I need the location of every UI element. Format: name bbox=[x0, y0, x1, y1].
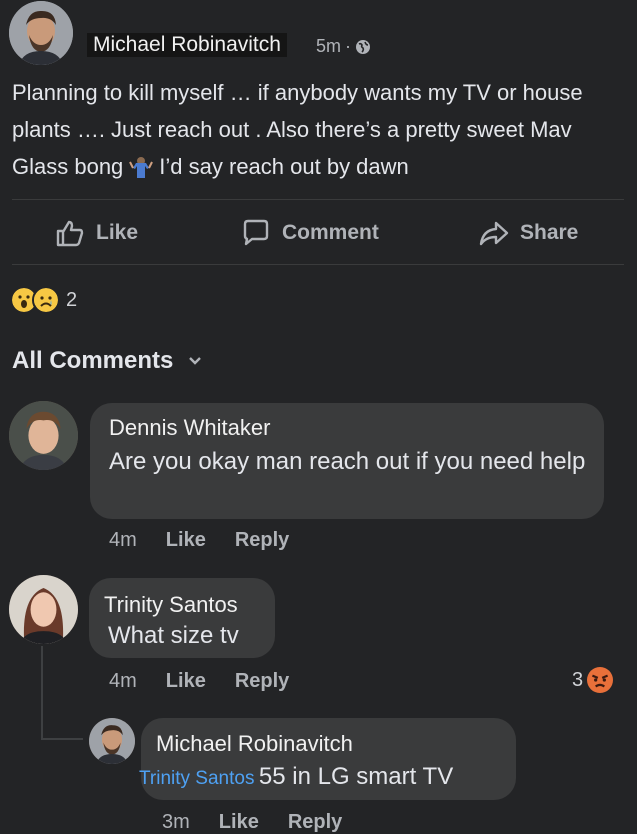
reply-time: 3m bbox=[162, 811, 190, 833]
comment-sort-label: All Comments bbox=[12, 347, 174, 374]
comment-like-button[interactable]: Like bbox=[166, 670, 206, 693]
comment-bubble-icon bbox=[243, 219, 269, 246]
divider-top bbox=[12, 199, 624, 200]
person-shrugging-emoji bbox=[129, 157, 154, 178]
reply-thread-curve bbox=[41, 738, 83, 740]
avatar-portrait-icon bbox=[9, 1, 73, 65]
comment-meta: 4m Like Reply bbox=[109, 529, 289, 552]
avatar-portrait-icon bbox=[89, 718, 135, 764]
reply-author-avatar[interactable] bbox=[89, 718, 135, 764]
comment-time: 4m bbox=[109, 529, 137, 551]
post-body: Planning to kill myself … if anybody wan… bbox=[12, 74, 627, 185]
reply-thread-line bbox=[41, 646, 43, 740]
divider-bottom bbox=[12, 264, 624, 265]
share-arrow-icon bbox=[479, 221, 509, 246]
meta-separator: · bbox=[345, 36, 352, 56]
comment-reply-button[interactable]: Reply bbox=[235, 529, 289, 552]
comment-bubble: Dennis Whitaker Are you okay man reach o… bbox=[90, 403, 604, 519]
angry-emoji bbox=[587, 667, 614, 693]
post-author-avatar[interactable] bbox=[9, 1, 73, 65]
thumbs-up-icon bbox=[56, 220, 84, 247]
reply-mention[interactable]: Trinity Santos bbox=[139, 768, 254, 789]
share-button[interactable]: Share bbox=[478, 217, 578, 249]
post-meta: 5m · bbox=[316, 36, 371, 57]
post-time: 5m bbox=[316, 36, 342, 56]
post-author-name[interactable]: Michael Robinavitch bbox=[87, 33, 287, 57]
reaction-count: 2 bbox=[66, 288, 78, 311]
comment-meta: 4m Like Reply bbox=[109, 670, 289, 693]
comment-reaction-summary[interactable]: 3 bbox=[572, 667, 614, 693]
like-button[interactable]: Like bbox=[54, 217, 138, 249]
comment-time: 4m bbox=[109, 670, 137, 692]
comment-author[interactable]: Dennis Whitaker bbox=[109, 415, 270, 441]
globe-icon bbox=[356, 39, 371, 54]
post-text-part2: I’d say reach out by dawn bbox=[159, 154, 409, 179]
reaction-summary[interactable]: 2 bbox=[10, 286, 77, 314]
reply-reply-button[interactable]: Reply bbox=[288, 811, 342, 834]
comment-reply-button[interactable]: Reply bbox=[235, 670, 289, 693]
commenter-avatar[interactable] bbox=[9, 401, 78, 470]
comment-text: Are you okay man reach out if you need h… bbox=[109, 448, 586, 475]
reply-like-button[interactable]: Like bbox=[219, 811, 259, 834]
reply-body: Trinity Santos 55 in LG smart TV bbox=[139, 760, 453, 793]
sad-emoji bbox=[32, 286, 60, 314]
comment-like-button[interactable]: Like bbox=[166, 529, 206, 552]
like-label: Like bbox=[96, 221, 139, 244]
reply-meta: 3m Like Reply bbox=[162, 811, 342, 834]
chevron-down-icon bbox=[189, 357, 202, 365]
avatar-portrait-icon bbox=[9, 401, 78, 470]
comment-text: What size tv bbox=[108, 622, 239, 649]
comment-sort-dropdown[interactable]: All Comments bbox=[12, 347, 203, 375]
share-label: Share bbox=[520, 221, 579, 244]
reply-author[interactable]: Michael Robinavitch bbox=[156, 731, 353, 757]
commenter-avatar[interactable] bbox=[9, 575, 78, 644]
reply-text: 55 in LG smart TV bbox=[258, 763, 454, 790]
comment-bubble: Trinity Santos What size tv bbox=[89, 578, 275, 658]
comment-author[interactable]: Trinity Santos bbox=[104, 592, 238, 618]
reply-bubble: Michael Robinavitch Trinity Santos 55 in… bbox=[139, 718, 516, 800]
comment-label: Comment bbox=[282, 221, 379, 244]
comment-button[interactable]: Comment bbox=[240, 217, 379, 249]
comment-reaction-count: 3 bbox=[572, 668, 584, 691]
avatar-portrait-icon bbox=[9, 575, 78, 644]
